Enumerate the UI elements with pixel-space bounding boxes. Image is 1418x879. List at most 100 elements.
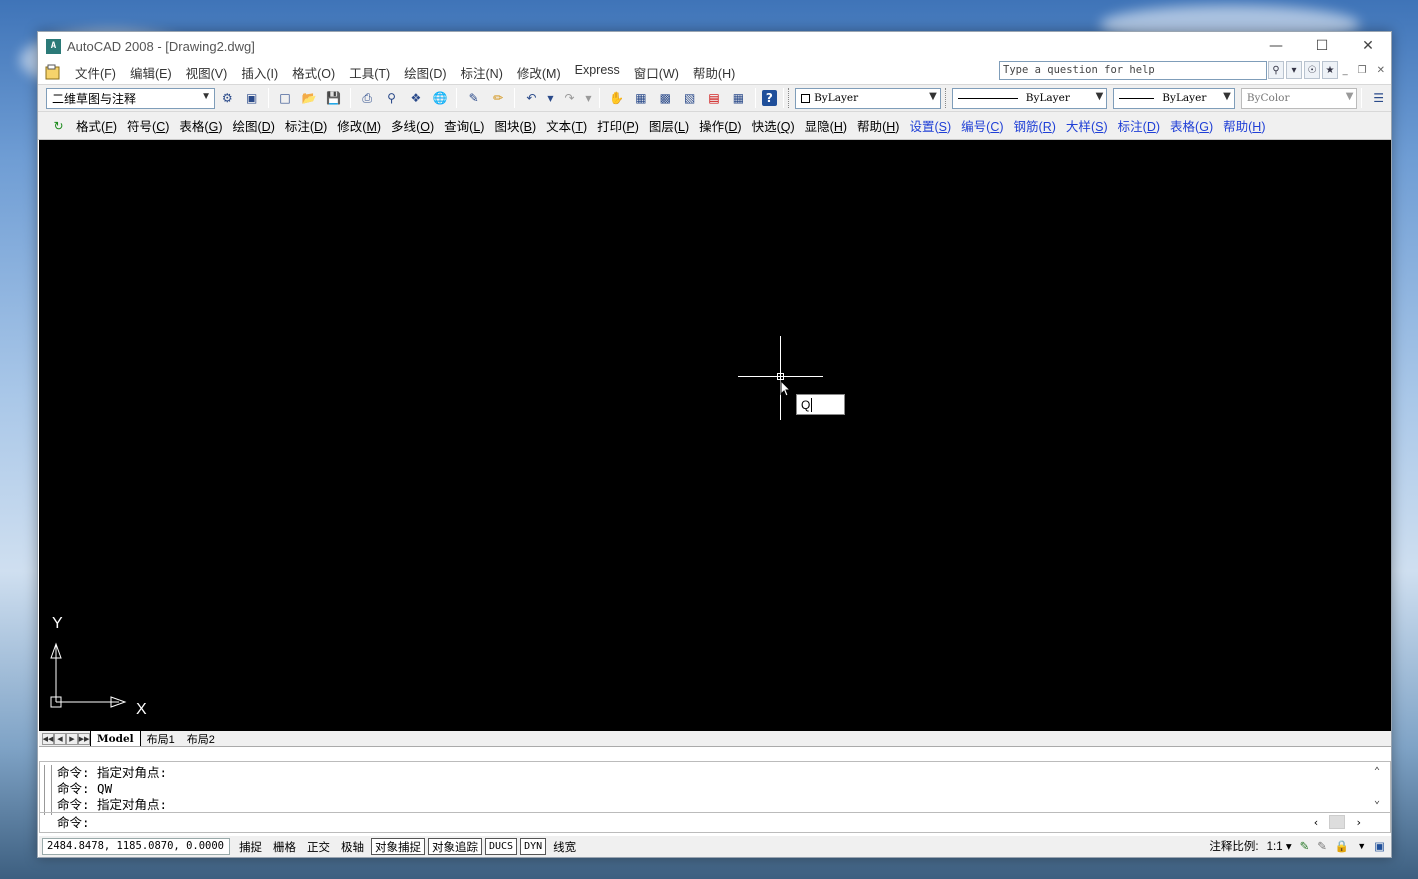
menu-item[interactable]: 绘图(D)	[397, 63, 453, 82]
annotation-scale-select[interactable]: 1:1 ▾	[1267, 839, 1292, 853]
chevron-down-icon[interactable]: ▼	[584, 88, 594, 108]
plugin-menu-item[interactable]: 多线(O)	[386, 116, 439, 135]
lock-icon[interactable]: 🔒	[1335, 839, 1349, 853]
plugin-menu-item[interactable]: 标注(D)	[280, 116, 332, 135]
3d-dwf-icon[interactable]: 🌐	[430, 88, 450, 108]
search-icon[interactable]: ⚲	[1268, 61, 1284, 79]
plugin-menu-item[interactable]: 图层(L)	[644, 116, 694, 135]
plugin-menu-item[interactable]: 打印(P)	[592, 116, 644, 135]
pan-icon[interactable]: ✋	[606, 88, 626, 108]
plotstyle-select[interactable]: ByColor ▼	[1240, 87, 1358, 109]
lineweight-select[interactable]: ByLayer ▼	[1113, 87, 1235, 109]
scroll-right-icon[interactable]: ›	[1355, 816, 1362, 829]
maximize-button[interactable]: ☐	[1299, 32, 1345, 60]
doc-close-button[interactable]: ✕	[1377, 65, 1385, 76]
calculator-icon[interactable]: ▦	[728, 88, 748, 108]
menu-item[interactable]: 窗口(W)	[627, 63, 686, 82]
tab-layout1[interactable]: 布局1	[141, 731, 181, 746]
plugin-menu-item[interactable]: 帮助(H)	[1218, 116, 1270, 135]
coordinates-readout[interactable]: 2484.8478, 1185.0870, 0.0000	[42, 838, 230, 855]
plugin-menu-item[interactable]: 钢筋(R)	[1009, 116, 1061, 135]
design-center-icon[interactable]: ▩	[655, 88, 675, 108]
plugin-menu-item[interactable]: 帮助(H)	[852, 116, 904, 135]
tool-palettes-icon[interactable]: ▧	[679, 88, 699, 108]
plugin-menu-item[interactable]: 操作(D)	[694, 116, 746, 135]
status-toggle-button[interactable]: 栅格	[269, 838, 300, 855]
plugin-menu-item[interactable]: 快选(Q)	[747, 116, 800, 135]
plugin-menu-item[interactable]: 标注(D)	[1113, 116, 1165, 135]
plugin-menu-item[interactable]: 符号(C)	[122, 116, 174, 135]
chevron-down-icon[interactable]: ▾	[1286, 61, 1302, 79]
annotation-visibility-icon[interactable]: ✎	[1300, 839, 1310, 853]
menu-item[interactable]: Express	[568, 63, 627, 82]
workspace-settings-icon[interactable]: ⚙	[217, 88, 237, 108]
plugin-menu-item[interactable]: 编号(C)	[956, 116, 1008, 135]
doc-restore-button[interactable]: ❐	[1358, 65, 1367, 76]
publish-icon[interactable]: ❖	[406, 88, 426, 108]
chevron-down-icon[interactable]: ▼	[546, 88, 556, 108]
dynamic-input-field[interactable]: Q	[796, 394, 845, 415]
scroll-left-icon[interactable]: ‹	[1313, 816, 1320, 829]
workspace-save-icon[interactable]: ▣	[241, 88, 261, 108]
scroll-thumb[interactable]	[1329, 815, 1346, 829]
plugin-menu-item[interactable]: 文本(T)	[541, 116, 592, 135]
auto-scale-icon[interactable]: ✎	[1317, 839, 1327, 853]
help-search-input[interactable]: Type a question for help	[999, 61, 1267, 80]
plot-icon[interactable]: ⎙	[357, 88, 377, 108]
refresh-icon[interactable]: ↻	[48, 116, 69, 136]
doc-minimize-button[interactable]: _	[1343, 65, 1348, 76]
scroll-up-icon[interactable]: ⌃	[1374, 766, 1380, 777]
command-window-grip[interactable]	[44, 765, 52, 815]
command-input-row[interactable]: 命令:	[40, 812, 1390, 832]
help-icon[interactable]: ?	[761, 90, 778, 106]
plugin-menu-item[interactable]: 图块(B)	[489, 116, 541, 135]
status-toggle-button[interactable]: 对象追踪	[428, 838, 482, 855]
menu-item[interactable]: 帮助(H)	[686, 63, 742, 82]
plugin-menu-item[interactable]: 绘图(D)	[227, 116, 279, 135]
drawing-canvas[interactable]: Q Y X	[39, 140, 1391, 731]
plugin-menu-item[interactable]: 格式(F)	[71, 116, 122, 135]
scroll-down-icon[interactable]: ⌄	[1374, 795, 1380, 806]
menu-item[interactable]: 插入(I)	[234, 63, 285, 82]
menu-item[interactable]: 标注(N)	[454, 63, 510, 82]
open-file-icon[interactable]: 📂	[299, 88, 319, 108]
status-toggle-button[interactable]: 极轴	[337, 838, 368, 855]
minimize-button[interactable]: —	[1253, 32, 1299, 60]
plugin-menu-item[interactable]: 修改(M)	[332, 116, 386, 135]
properties-icon[interactable]: ▦	[631, 88, 651, 108]
status-toggle-button[interactable]: 对象捕捉	[371, 838, 425, 855]
favorites-star-icon[interactable]: ★	[1322, 61, 1338, 79]
redo-icon[interactable]: ↷	[559, 88, 579, 108]
menu-item[interactable]: 格式(O)	[285, 63, 342, 82]
new-file-icon[interactable]: □	[275, 88, 295, 108]
menu-item[interactable]: 修改(M)	[510, 63, 568, 82]
menu-item[interactable]: 文件(F)	[68, 63, 123, 82]
tray-settings-chevron-icon[interactable]: ▼	[1357, 841, 1366, 851]
menu-item[interactable]: 编辑(E)	[123, 63, 179, 82]
color-select[interactable]: ByLayer ▼	[795, 87, 941, 109]
status-toggle-button[interactable]: DUCS	[485, 838, 518, 855]
menu-item[interactable]: 工具(T)	[342, 63, 397, 82]
document-icon[interactable]	[44, 64, 62, 80]
next-tab-icon[interactable]: ▶	[66, 732, 78, 745]
communication-center-icon[interactable]: ☉	[1304, 61, 1320, 79]
plugin-menu-item[interactable]: 显隐(H)	[800, 116, 852, 135]
plugin-menu-item[interactable]: 查询(L)	[439, 116, 489, 135]
match-properties-icon[interactable]: ✎	[463, 88, 483, 108]
close-button[interactable]: ✕	[1345, 32, 1391, 60]
linetype-select[interactable]: ByLayer ▼	[951, 87, 1108, 109]
undo-icon[interactable]: ↶	[521, 88, 541, 108]
layers-icon[interactable]: ☰	[1368, 88, 1388, 108]
status-toggle-button[interactable]: DYN	[520, 838, 547, 855]
plugin-menu-item[interactable]: 大样(S)	[1061, 116, 1113, 135]
clean-screen-icon[interactable]: ▣	[1374, 839, 1385, 853]
menu-item[interactable]: 视图(V)	[179, 63, 235, 82]
tab-model[interactable]: Model	[90, 731, 141, 746]
status-toggle-button[interactable]: 捕捉	[235, 838, 266, 855]
save-icon[interactable]: 💾	[324, 88, 344, 108]
status-toggle-button[interactable]: 线宽	[549, 838, 580, 855]
status-toggle-button[interactable]: 正交	[303, 838, 334, 855]
block-editor-icon[interactable]: ✏	[488, 88, 508, 108]
workspace-select[interactable]: 二维草图与注释 ▼	[46, 87, 216, 109]
prev-tab-icon[interactable]: ◀	[54, 732, 66, 745]
